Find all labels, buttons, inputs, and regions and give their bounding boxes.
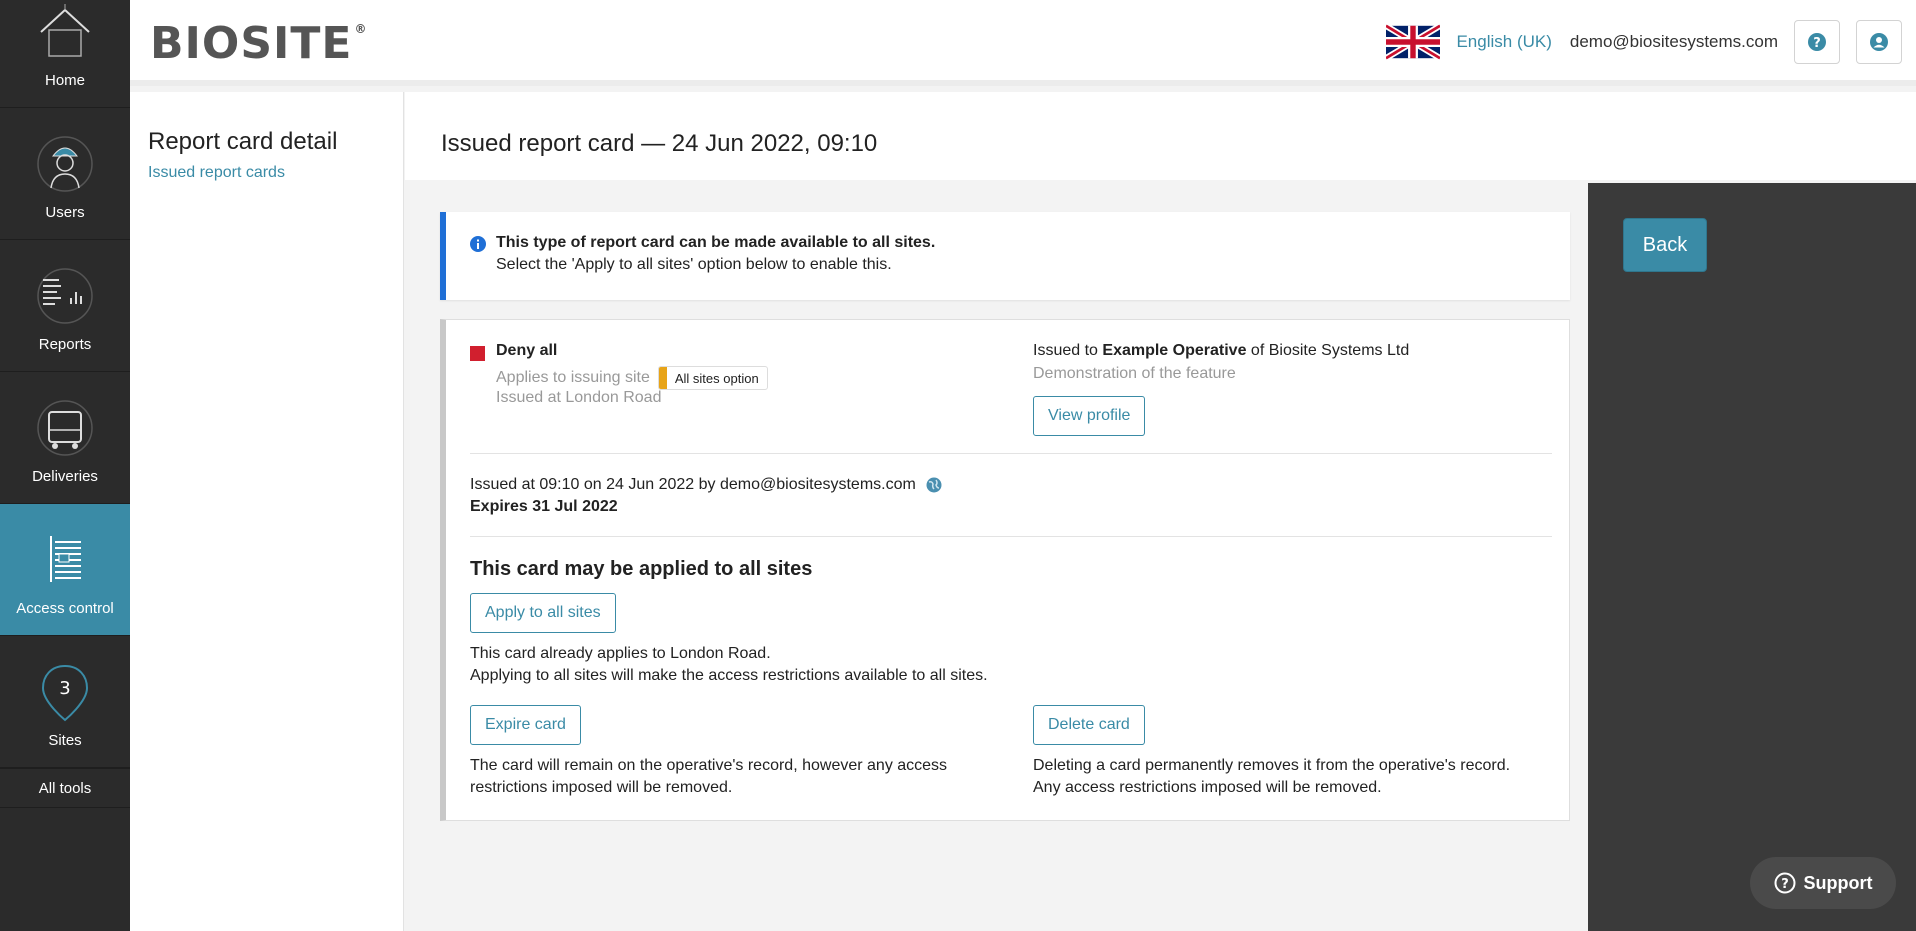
banner-headline: This type of report card can be made ava… — [496, 234, 936, 251]
help-icon: ? — [1808, 33, 1826, 51]
banner-instruction: Select the 'Apply to all sites' option b… — [496, 256, 892, 273]
page-title-bar: Issued report card — 24 Jun 2022, 09:10 — [405, 92, 1916, 180]
worker-icon — [37, 136, 93, 192]
top-header: BIOSITE ® English (UK) demo@biositesystem… — [130, 0, 1916, 86]
apply-note-line2: Applying to all sites will make the acce… — [470, 667, 988, 684]
expire-note-line1: The card will remain on the operative's … — [470, 757, 948, 774]
subnav-title: Report card detail — [148, 128, 338, 155]
apply-to-all-sites-button[interactable]: Apply to all sites — [470, 593, 616, 633]
nav-reports[interactable]: Reports — [0, 240, 130, 372]
globe-icon — [926, 477, 942, 493]
nav-home-label: Home — [44, 72, 85, 89]
support-help-icon: ? — [1774, 872, 1795, 894]
help-button[interactable]: ? — [1794, 20, 1840, 64]
svg-text:?: ? — [1813, 36, 1821, 51]
site-pin-icon: 3 — [41, 664, 89, 722]
tag-label: All sites option — [674, 370, 759, 386]
card-type: Deny all — [496, 342, 558, 359]
reports-icon — [37, 268, 93, 324]
applies-row: Applies to issuing site All sites option — [496, 366, 768, 390]
actions-panel: Back ? Support — [1588, 183, 1916, 931]
all-sites-option-tag: All sites option — [657, 366, 768, 390]
issued-to: Issued to Example Operative of Biosite S… — [1033, 342, 1409, 360]
main-nav: Home Users Reports Deliveries Access con… — [0, 0, 130, 931]
nav-access-control-label: Access control — [16, 600, 114, 617]
nav-all-tools[interactable]: All tools — [0, 768, 130, 808]
info-banner: This type of report card can be made ava… — [440, 212, 1570, 300]
tag-color-bar — [658, 367, 667, 389]
nav-deliveries-label: Deliveries — [32, 468, 98, 485]
user-account-icon — [1870, 33, 1888, 51]
nav-users[interactable]: Users — [0, 108, 130, 240]
divider — [470, 536, 1552, 537]
view-profile-button[interactable]: View profile — [1033, 396, 1146, 436]
logo-registered-mark: ® — [354, 22, 368, 36]
support-button[interactable]: ? Support — [1750, 857, 1896, 909]
delete-note-line2: Any access restrictions imposed will be … — [1033, 779, 1382, 796]
issued-to-prefix: Issued to — [1033, 342, 1098, 359]
issued-meta-text: Issued at 09:10 on 24 Jun 2022 by demo@b… — [470, 476, 916, 493]
back-button[interactable]: Back — [1623, 218, 1707, 272]
uk-flag-icon[interactable] — [1386, 24, 1441, 60]
applies-text: Applies to issuing site — [496, 369, 650, 386]
issued-at-site: Issued at London Road — [496, 389, 662, 406]
delete-note-line1: Deleting a card permanently removes it f… — [1033, 757, 1511, 774]
apply-note: This card already applies to London Road… — [470, 643, 988, 687]
access-control-icon — [50, 536, 81, 582]
nav-home[interactable]: Home — [0, 0, 130, 108]
expire-card-button[interactable]: Expire card — [470, 705, 581, 745]
operative-name: Example Operative — [1102, 342, 1247, 359]
svg-text:?: ? — [1781, 877, 1789, 892]
svg-text:3: 3 — [59, 678, 70, 699]
nav-users-label: Users — [45, 204, 85, 221]
header-right: English (UK) demo@biositesystems.com ? — [1386, 20, 1902, 64]
language-selector[interactable]: English (UK) — [1456, 32, 1551, 52]
support-label: Support — [1803, 872, 1873, 893]
user-email: demo@biositesystems.com — [1569, 32, 1778, 51]
nav-access-control[interactable]: Access control — [0, 504, 130, 636]
deny-status-square — [470, 346, 485, 361]
card-description: Demonstration of the feature — [1033, 365, 1236, 382]
all-sites-heading: This card may be applied to all sites — [470, 558, 813, 580]
report-card: Deny all Applies to issuing site All sit… — [440, 319, 1570, 821]
delete-note: Deleting a card permanently removes it f… — [1033, 755, 1510, 799]
delete-card-button[interactable]: Delete card — [1033, 705, 1145, 745]
nav-reports-label: Reports — [38, 336, 92, 353]
page-title: Issued report card — 24 Jun 2022, 09:10 — [441, 130, 878, 157]
info-icon — [470, 236, 486, 252]
sub-navigation: Report card detail Issued report cards — [130, 92, 404, 931]
truck-icon — [37, 400, 93, 456]
expire-note-line2: restrictions imposed will be removed. — [470, 779, 733, 796]
account-button[interactable] — [1856, 20, 1902, 64]
expire-note: The card will remain on the operative's … — [470, 755, 947, 799]
issued-report-cards-link[interactable]: Issued report cards — [148, 164, 385, 182]
nav-sites-label: Sites — [48, 732, 82, 749]
expiry-date: Expires 31 Jul 2022 — [470, 498, 618, 515]
biosite-logo[interactable]: BIOSITE ® — [150, 18, 367, 69]
apply-note-line1: This card already applies to London Road… — [470, 645, 771, 662]
issued-meta: Issued at 09:10 on 24 Jun 2022 by demo@b… — [470, 476, 942, 494]
divider — [470, 453, 1552, 454]
issued-to-company: of Biosite Systems Ltd — [1250, 342, 1410, 359]
logo-text: BIOSITE — [150, 18, 353, 69]
nav-sites[interactable]: 3 Sites — [0, 636, 130, 768]
nav-deliveries[interactable]: Deliveries — [0, 372, 130, 504]
home-icon — [40, 4, 90, 57]
